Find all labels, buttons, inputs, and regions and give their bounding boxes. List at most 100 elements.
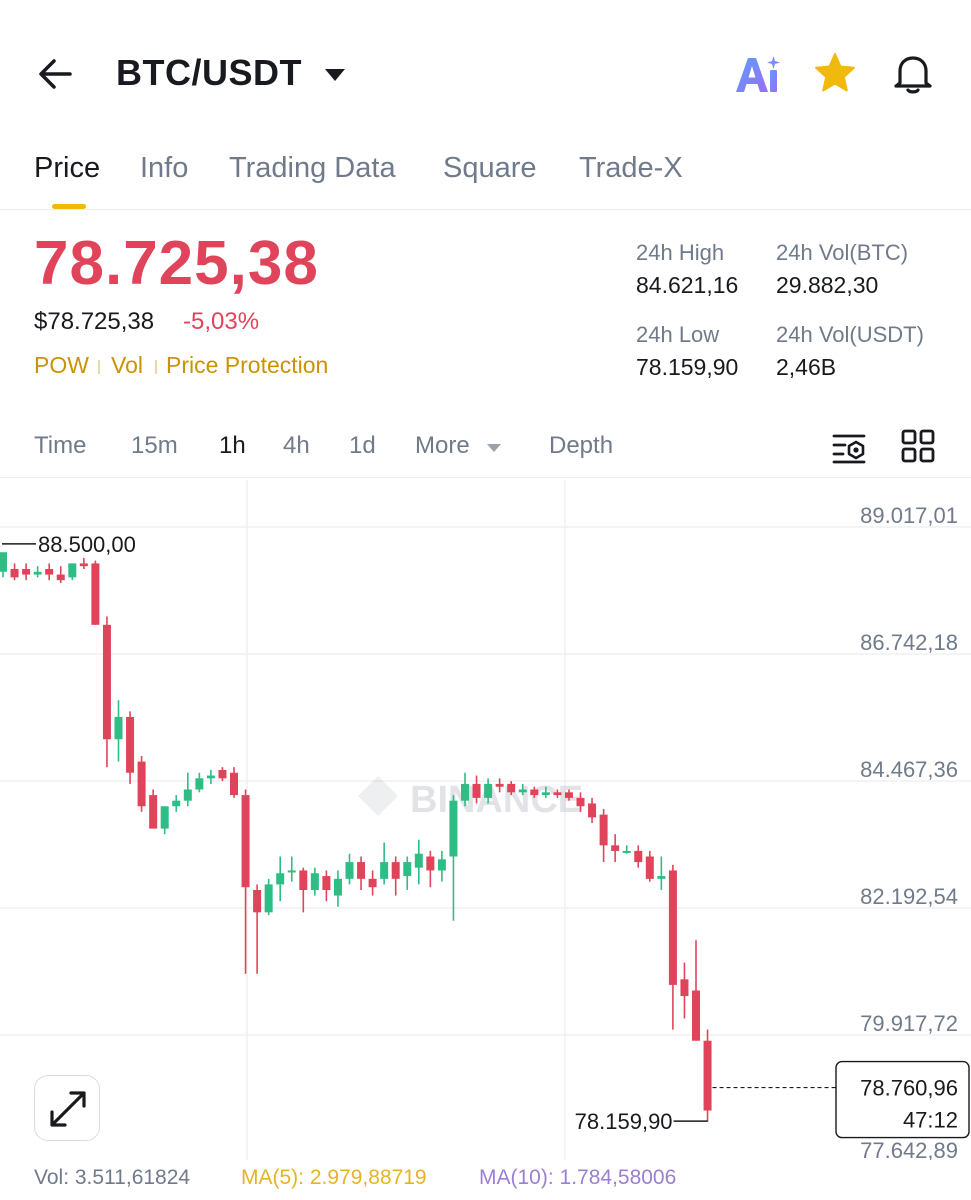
candle-body xyxy=(56,574,65,581)
candle-body xyxy=(437,859,446,871)
back-arrow-icon[interactable] xyxy=(34,52,78,96)
candle-body xyxy=(553,792,562,796)
tab-trading-data[interactable]: Trading Data xyxy=(229,152,396,185)
candle-body xyxy=(611,845,620,851)
pair-title[interactable]: BTC/USDT xyxy=(116,52,302,94)
candle-body xyxy=(322,876,331,891)
candle-body xyxy=(126,716,135,773)
interval-time[interactable]: Time xyxy=(34,432,86,460)
chart-settings-icon[interactable] xyxy=(830,430,868,466)
candle-body xyxy=(391,862,400,879)
candle-body xyxy=(484,783,493,798)
tab-square[interactable]: Square xyxy=(443,152,537,185)
candle-body xyxy=(588,803,597,818)
candle-body xyxy=(518,789,527,793)
candle-body xyxy=(310,873,319,891)
candle-body xyxy=(472,783,481,798)
interval-1d[interactable]: 1d xyxy=(349,432,376,460)
star-icon[interactable] xyxy=(812,50,858,96)
candle-body xyxy=(45,568,54,575)
stat-high-value: 84.621,16 xyxy=(636,272,739,298)
candle-body xyxy=(206,775,215,779)
interval-depth[interactable]: Depth xyxy=(549,432,613,460)
chevron-down-icon[interactable] xyxy=(322,66,348,84)
candle-body xyxy=(102,624,111,740)
candle-body xyxy=(368,878,377,888)
candle-body xyxy=(657,876,666,879)
candle-body xyxy=(183,789,192,801)
y-axis-tick-label: 82.192,54 xyxy=(860,884,958,909)
interval-15m[interactable]: 15m xyxy=(131,432,178,460)
candle-body xyxy=(299,870,308,891)
price-change: -5,03% xyxy=(183,308,260,335)
stat-low-value: 78.159,90 xyxy=(636,354,739,380)
candle-body xyxy=(287,870,296,873)
candle-body xyxy=(668,870,677,985)
y-axis-tick-label: 89.017,01 xyxy=(860,503,958,528)
chevron-down-icon[interactable] xyxy=(486,442,502,454)
current-price-value: 78.760,96 xyxy=(860,1076,958,1101)
grid-layout-icon[interactable] xyxy=(900,428,936,464)
watermark-logo xyxy=(358,776,398,816)
candle-body xyxy=(564,792,573,798)
tag-divider xyxy=(155,360,157,374)
tab-price[interactable]: Price xyxy=(34,152,100,185)
stat-vol-btc-value: 29.882,30 xyxy=(776,272,879,298)
y-axis-tick-label: 86.742,18 xyxy=(860,630,958,655)
interval-bar: Time 15m 1h 4h 1d More Depth xyxy=(0,418,971,478)
candle-body xyxy=(230,772,238,796)
candle-body xyxy=(91,563,100,625)
candle-body xyxy=(576,797,585,807)
tag-pow[interactable]: POW xyxy=(34,352,89,379)
candle-body xyxy=(692,990,700,1041)
expand-icon xyxy=(50,1091,86,1127)
tab-trade-x[interactable]: Trade-X xyxy=(579,152,683,185)
interval-more[interactable]: More xyxy=(415,432,470,460)
candle-body xyxy=(403,862,412,877)
ma10-label: MA(10): 1.784,58006 xyxy=(479,1166,677,1189)
candle-body xyxy=(634,850,643,863)
candle-body xyxy=(264,884,273,913)
candle-body xyxy=(449,800,458,857)
header: BTC/USDT xyxy=(0,0,971,140)
candle-body xyxy=(253,890,262,913)
candle-body xyxy=(495,783,504,787)
stat-high-label: 24h High xyxy=(636,240,725,265)
candle-body xyxy=(461,783,469,801)
interval-4h[interactable]: 4h xyxy=(283,432,310,460)
volume-label: Vol: 3.511,61824 xyxy=(34,1166,191,1189)
ai-icon[interactable] xyxy=(732,52,782,96)
active-tab-indicator xyxy=(52,204,86,209)
stat-low-label: 24h Low xyxy=(636,322,720,347)
fullscreen-button[interactable] xyxy=(34,1075,100,1141)
candle-body xyxy=(507,783,516,793)
candle-body xyxy=(622,850,631,853)
tag-divider xyxy=(98,360,100,374)
candle-body xyxy=(0,552,7,572)
candle-body xyxy=(137,761,146,807)
candle-body xyxy=(645,856,654,879)
y-axis-tick-label: 77.642,89 xyxy=(860,1138,958,1160)
interval-1h[interactable]: 1h xyxy=(219,432,246,460)
candle-body xyxy=(426,856,435,871)
tab-info[interactable]: Info xyxy=(140,152,188,185)
stat-vol-usdt-label: 24h Vol(USDT) xyxy=(776,322,924,347)
candle-body xyxy=(333,878,342,896)
candle-body xyxy=(68,563,77,578)
candlestick-chart[interactable]: 89.017,01 86.742,18 84.467,36 82.192,54 79.9… xyxy=(0,480,971,1160)
y-axis-tick-label: 79.917,72 xyxy=(860,1011,958,1036)
candle-body xyxy=(680,979,689,997)
tag-vol[interactable]: Vol xyxy=(111,352,143,379)
bell-icon[interactable] xyxy=(890,50,936,96)
y-axis-tick-label: 84.467,36 xyxy=(860,757,958,782)
candle-body xyxy=(345,862,354,879)
candle-body xyxy=(241,795,250,888)
tab-bar: Price Info Trading Data Square Trade-X xyxy=(0,140,971,210)
candle-body xyxy=(703,1040,712,1111)
candle-body xyxy=(599,814,608,846)
candle-body xyxy=(357,862,366,879)
candle-body xyxy=(380,862,389,879)
candle-countdown: 47:12 xyxy=(903,1108,958,1133)
high-marker-label: 88.500,00 xyxy=(38,532,136,557)
tag-price-protection[interactable]: Price Protection xyxy=(166,352,328,379)
